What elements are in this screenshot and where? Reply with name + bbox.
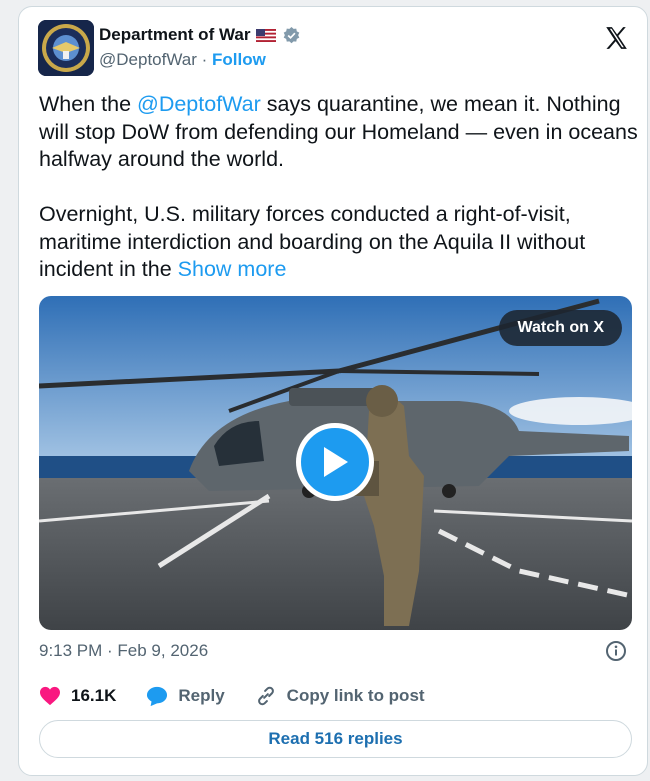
post-text: When the @DeptofWar says quarantine, we …: [39, 91, 639, 284]
post-text-part: When the: [39, 92, 137, 116]
video-player[interactable]: Watch on X: [39, 296, 632, 630]
info-icon[interactable]: [605, 640, 627, 662]
post-paragraph-1: When the @DeptofWar says quarantine, we …: [39, 91, 639, 174]
separator-dot: ·: [201, 50, 208, 69]
account-handle[interactable]: @DeptofWar: [99, 50, 197, 69]
handle-row: @DeptofWar · Follow: [99, 50, 266, 70]
account-name[interactable]: Department of War: [99, 25, 250, 45]
reply-bubble-icon: [147, 686, 168, 706]
post-text-part: Overnight, U.S. military forces conducte…: [39, 202, 586, 281]
us-flag-icon: [256, 28, 277, 42]
mention-link[interactable]: @DeptofWar: [137, 92, 261, 116]
copy-link-button[interactable]: Copy link to post: [255, 685, 425, 707]
verified-badge-icon: [282, 26, 301, 45]
follow-button[interactable]: Follow: [212, 50, 266, 69]
play-button[interactable]: [296, 423, 374, 501]
link-icon: [257, 686, 274, 706]
reply-button[interactable]: Reply: [146, 686, 225, 707]
heart-icon: [40, 686, 60, 706]
show-more-link[interactable]: Show more: [178, 257, 287, 281]
watch-on-x-button[interactable]: Watch on X: [499, 310, 622, 346]
read-replies-button[interactable]: Read 516 replies: [39, 720, 632, 758]
x-logo-icon[interactable]: [603, 25, 629, 51]
account-name-row: Department of War: [99, 25, 301, 45]
reply-label: Reply: [178, 686, 225, 705]
copy-link-label: Copy link to post: [286, 686, 425, 705]
avatar[interactable]: [38, 20, 94, 76]
like-button[interactable]: 16.1K: [39, 686, 116, 706]
like-count: 16.1K: [71, 686, 117, 705]
post-card: Department of War @DeptofWar · Follow Wh…: [18, 6, 648, 776]
post-paragraph-2: Overnight, U.S. military forces conducte…: [39, 201, 639, 284]
play-icon: [324, 447, 348, 477]
post-timestamp[interactable]: 9:13 PM · Feb 9, 2026: [39, 641, 208, 661]
action-bar: 16.1K Reply Copy link to post: [39, 685, 455, 707]
